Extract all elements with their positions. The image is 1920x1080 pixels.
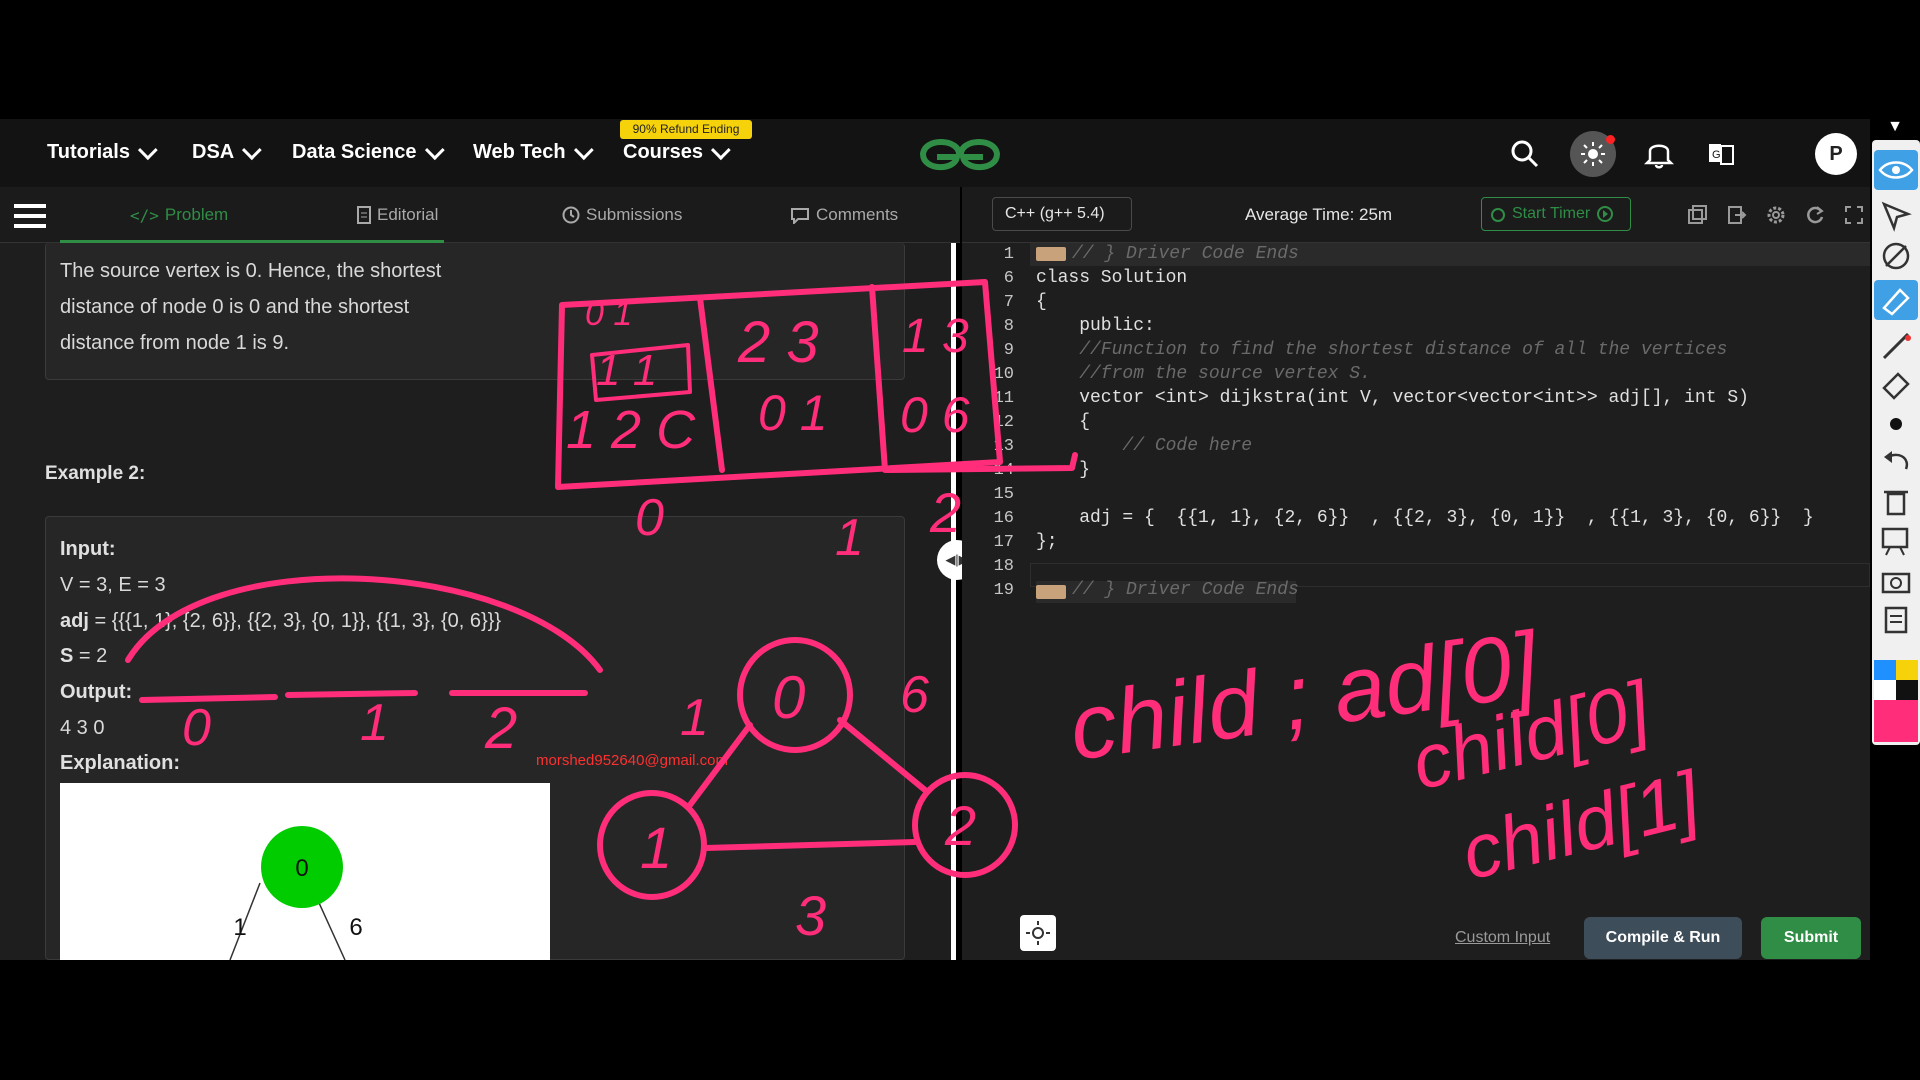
ink-text: 3 <box>795 884 826 947</box>
ink-text: 0 6 <box>900 387 970 443</box>
ink-text: 1 <box>640 816 672 881</box>
ink-text: 0 <box>772 664 805 731</box>
ink-table-divider <box>697 295 725 473</box>
ink-table-divider <box>869 284 888 473</box>
ink-slot-line <box>285 690 418 698</box>
ink-array-brace <box>125 575 603 673</box>
ink-text: 0 1 <box>585 295 632 333</box>
ink-text: 1 <box>835 509 864 567</box>
ink-text: 0 <box>182 699 211 757</box>
ink-text: 2 <box>944 794 976 857</box>
ink-text: 1 2 C <box>566 400 696 460</box>
ink-edge <box>702 839 918 851</box>
ink-text: 1 1 <box>596 346 657 395</box>
ink-text: 6 <box>900 666 929 724</box>
ink-text: 0 <box>635 489 664 547</box>
handwriting-overlay: 0 1 1 1 1 2 C 2 3 0 1 1 3 0 6 0 1 2 0 1 … <box>125 279 1710 947</box>
ink-text: 2 <box>929 481 961 544</box>
ink-text: 2 <box>484 696 517 761</box>
ink-text: 1 <box>360 694 389 752</box>
ink-text: 2 3 <box>737 310 819 375</box>
ink-edge <box>837 717 928 793</box>
ink-text: 1 <box>680 689 709 747</box>
ink-text: 0 1 <box>758 385 828 441</box>
ink-text: 1 3 <box>902 310 969 363</box>
